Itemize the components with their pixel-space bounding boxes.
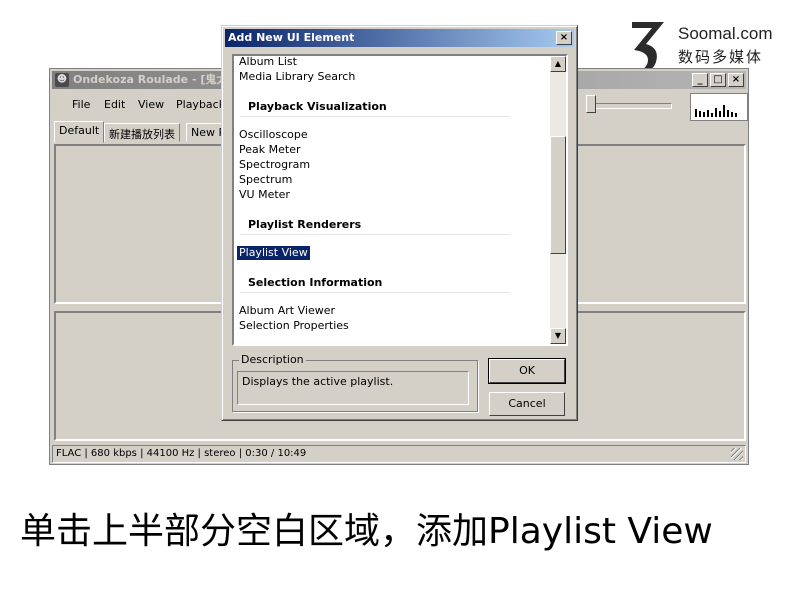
list-item-selection-properties[interactable]: Selection Properties xyxy=(239,319,349,333)
group-divider xyxy=(240,292,510,293)
list-item-playlist-view[interactable]: Playlist View xyxy=(236,245,311,261)
spectrum-visualizer xyxy=(690,93,748,121)
maximize-button[interactable]: □ xyxy=(710,73,726,87)
list-scrollbar[interactable]: ▲ ▼ xyxy=(550,56,566,344)
list-item-spectrogram[interactable]: Spectrogram xyxy=(239,158,310,172)
description-label: Description xyxy=(239,353,306,366)
app-icon[interactable]: ☻ xyxy=(55,73,69,87)
add-ui-element-dialog: Add New UI Element × Album List Media Li… xyxy=(221,25,578,421)
cancel-button[interactable]: Cancel xyxy=(489,392,565,416)
list-item-peak-meter[interactable]: Peak Meter xyxy=(239,143,300,157)
status-text: FLAC | 680 kbps | 44100 Hz | stereo | 0:… xyxy=(56,448,307,459)
menu-playback[interactable]: Playback xyxy=(176,98,225,111)
tab-default[interactable]: Default xyxy=(54,121,105,143)
menu-edit[interactable]: Edit xyxy=(104,98,125,111)
list-item-spectrum[interactable]: Spectrum xyxy=(239,173,292,187)
minimize-button[interactable]: _ xyxy=(692,73,708,87)
main-window-title: Ondekoza Roulade - [鬼太 xyxy=(73,73,228,86)
ok-button[interactable]: OK xyxy=(488,358,566,384)
group-playlist-renderers: Playlist Renderers xyxy=(248,218,362,231)
list-item-album-list[interactable]: Album List xyxy=(239,56,297,69)
tutorial-caption: 单击上半部分空白区域，添加Playlist View xyxy=(20,511,713,552)
description-text: Displays the active playlist. xyxy=(237,371,469,405)
dialog-titlebar[interactable]: Add New UI Element × xyxy=(225,29,574,47)
dialog-close-button[interactable]: × xyxy=(556,31,572,45)
watermark-site: Soomal.com xyxy=(678,24,773,43)
list-item-oscilloscope[interactable]: Oscilloscope xyxy=(239,128,308,142)
scrollbar-thumb[interactable] xyxy=(550,136,566,254)
volume-slider-track[interactable] xyxy=(588,103,672,109)
list-item-media-library-search[interactable]: Media Library Search xyxy=(239,70,355,84)
tab-new-playlist[interactable]: 新建播放列表 xyxy=(104,123,180,142)
list-item-album-art-viewer[interactable]: Album Art Viewer xyxy=(239,304,335,318)
close-button[interactable]: × xyxy=(728,73,744,87)
group-divider xyxy=(240,234,510,235)
resize-grip-icon[interactable] xyxy=(731,448,743,460)
group-playback-visualization: Playback Visualization xyxy=(248,100,387,113)
volume-slider-thumb[interactable] xyxy=(586,95,596,113)
group-selection-information: Selection Information xyxy=(248,276,383,289)
list-item-vu-meter[interactable]: VU Meter xyxy=(239,188,290,202)
status-bar: FLAC | 680 kbps | 44100 Hz | stereo | 0:… xyxy=(52,445,746,463)
toolbar-right xyxy=(580,91,750,121)
menu-file[interactable]: File xyxy=(72,98,90,111)
group-divider xyxy=(240,116,510,117)
description-group: Description Displays the active playlist… xyxy=(232,353,478,412)
dialog-title: Add New UI Element xyxy=(228,31,355,44)
scroll-up-arrow-icon[interactable]: ▲ xyxy=(550,56,566,72)
watermark-tagline: 数码多媒体 xyxy=(678,48,764,66)
scroll-down-arrow-icon[interactable]: ▼ xyxy=(550,328,566,344)
ui-element-list[interactable]: Album List Media Library Search Playback… xyxy=(232,54,568,346)
menu-view[interactable]: View xyxy=(138,98,164,111)
